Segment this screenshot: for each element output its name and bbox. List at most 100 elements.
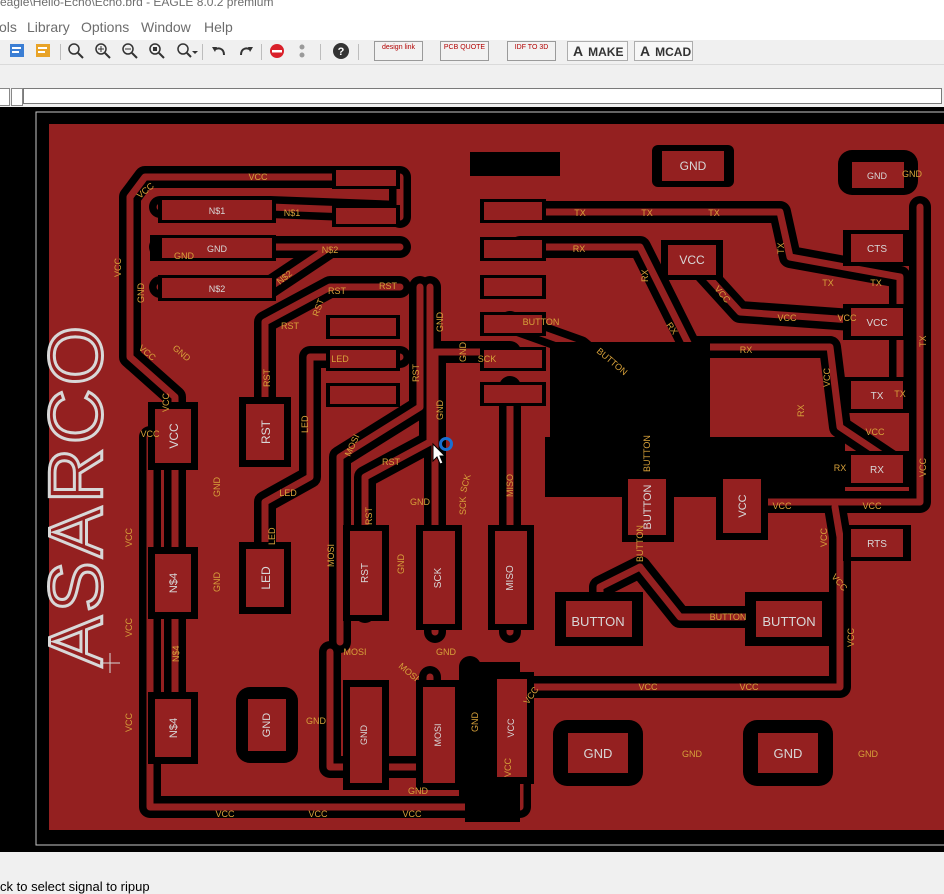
net-label-button: BUTTON bbox=[710, 612, 747, 622]
toolbar-separator bbox=[320, 44, 321, 60]
net-label-rx: RX bbox=[640, 269, 650, 282]
net-label-rst: RST bbox=[364, 506, 374, 525]
net-label-button: BUTTON bbox=[635, 525, 645, 562]
net-label-gnd: GND bbox=[174, 251, 195, 261]
make-label: MAKE bbox=[588, 45, 624, 59]
pad bbox=[336, 208, 396, 224]
menu-options[interactable]: Options bbox=[81, 19, 129, 35]
net-label-vcc: VCC bbox=[918, 457, 928, 477]
parameter-toolbar bbox=[0, 65, 944, 85]
undo-icon[interactable] bbox=[209, 42, 229, 62]
pcb-quote-button[interactable]: PCB QUOTE bbox=[440, 41, 489, 61]
pad-n4b-label: N$4 bbox=[168, 718, 180, 738]
design-link-button[interactable]: design link bbox=[374, 41, 423, 61]
pad bbox=[330, 386, 396, 404]
net-label-button: BUTTON bbox=[642, 435, 652, 472]
toolbar: ? design link PCB QUOTE IDF TO 3D A MAKE … bbox=[0, 40, 944, 65]
help-icon[interactable]: ? bbox=[331, 42, 351, 62]
net-label-rst: RST bbox=[262, 368, 272, 387]
redo-icon[interactable] bbox=[236, 42, 256, 62]
clearance-region bbox=[545, 437, 845, 497]
net-label-gnd: GND bbox=[470, 712, 480, 733]
pad-gnd-bl-label: GND bbox=[261, 713, 273, 738]
net-label-vcc: VCC bbox=[862, 501, 882, 511]
command-input[interactable] bbox=[23, 88, 942, 104]
net-label-tx: TX bbox=[894, 389, 906, 399]
board-logo: ASARCO bbox=[34, 322, 119, 667]
pad-cts-label: CTS bbox=[867, 244, 887, 255]
command-row bbox=[0, 86, 944, 106]
command-menu-button[interactable] bbox=[11, 88, 23, 106]
pad-miso-c-label: MISO bbox=[505, 565, 516, 591]
pad bbox=[484, 278, 542, 296]
net-label-vcc: VCC bbox=[822, 367, 832, 387]
script-icon[interactable] bbox=[8, 42, 28, 62]
net-label-gnd: GND bbox=[682, 749, 703, 759]
menu-library[interactable]: Library bbox=[27, 19, 70, 35]
pad-gnd-s-label: GND bbox=[359, 725, 369, 746]
net-label-led: LED bbox=[331, 354, 349, 364]
stop-icon[interactable] bbox=[267, 42, 287, 62]
net-label-vcc: VCC bbox=[865, 427, 885, 437]
net-label-rst: RST bbox=[328, 286, 347, 296]
net-label-sck: SCK bbox=[478, 354, 497, 364]
net-label-vcc: VCC bbox=[215, 809, 235, 819]
net-label-n2: N$2 bbox=[322, 245, 339, 255]
net-label-gnd: GND bbox=[902, 169, 923, 179]
menu-help[interactable]: Help bbox=[204, 19, 233, 35]
pad-vcc-c-label: VCC bbox=[737, 494, 749, 517]
net-label-rst: RST bbox=[411, 363, 421, 382]
net-label-rst: RST bbox=[281, 321, 300, 331]
net-label-tx: TX bbox=[822, 278, 834, 288]
net-label-vcc: VCC bbox=[837, 313, 857, 323]
mcad-button[interactable]: A MCAD bbox=[634, 41, 693, 61]
ulp-icon[interactable] bbox=[34, 42, 54, 62]
pad-gnd-tr-label: GND bbox=[867, 171, 888, 181]
net-label-sck: SCK bbox=[458, 496, 468, 515]
pad bbox=[484, 202, 542, 220]
net-label-gnd: GND bbox=[436, 647, 457, 657]
pad-button2-label: BUTTON bbox=[762, 614, 815, 629]
zoom-fit-icon[interactable] bbox=[66, 42, 86, 62]
net-label-n4: N$4 bbox=[171, 645, 181, 662]
zoom-redraw-icon[interactable] bbox=[176, 42, 198, 62]
pcb-board-view[interactable]: ASARCO GND GND VCC CTS VCC TX RX RTS VCC… bbox=[0, 107, 944, 852]
pad-gnd-p-label: GND bbox=[207, 244, 228, 254]
pad bbox=[330, 318, 396, 336]
window-title-bar: eagle\Hello-Echo\Echo.brd - EAGLE 8.0.2 … bbox=[0, 0, 944, 14]
zoom-select-icon[interactable] bbox=[147, 42, 167, 62]
mcad-label: MCAD bbox=[655, 45, 692, 59]
board-canvas[interactable]: ASARCO GND GND VCC CTS VCC TX RX RTS VCC… bbox=[0, 107, 944, 852]
net-label-vcc: VCC bbox=[124, 712, 134, 732]
menu-bar: ols Library Options Window Help bbox=[0, 14, 944, 40]
net-label-gnd: GND bbox=[396, 554, 406, 575]
make-button[interactable]: A MAKE bbox=[567, 41, 628, 61]
net-label-vcc: VCC bbox=[308, 809, 328, 819]
net-label-gnd: GND bbox=[212, 477, 222, 498]
status-bar: ck to select signal to ripup bbox=[0, 852, 944, 894]
toolbar-separator bbox=[202, 44, 203, 60]
menu-window[interactable]: Window bbox=[141, 19, 191, 35]
go-icon[interactable] bbox=[292, 42, 312, 62]
net-label-miso: MISO bbox=[505, 474, 515, 497]
pad-gnd-tl-label: GND bbox=[680, 159, 707, 173]
net-label-vcc: VCC bbox=[113, 257, 123, 277]
pad bbox=[484, 240, 542, 258]
net-label-gnd: GND bbox=[458, 342, 468, 363]
net-label-n1: N$1 bbox=[284, 208, 301, 218]
pad-gnd-b2-label: GND bbox=[774, 746, 803, 761]
zoom-out-icon[interactable] bbox=[120, 42, 140, 62]
idf-to-3d-button[interactable]: IDF TO 3D bbox=[507, 41, 556, 61]
net-label-gnd: GND bbox=[435, 400, 445, 421]
net-label-tx: TX bbox=[708, 208, 720, 218]
pad-vcc-s-label: VCC bbox=[506, 718, 516, 738]
command-history-button[interactable] bbox=[0, 88, 10, 106]
menu-tools[interactable]: ols bbox=[0, 19, 17, 35]
pad-rts-label: RTS bbox=[867, 539, 887, 550]
net-label-vcc: VCC bbox=[503, 757, 513, 777]
net-label-rx: RX bbox=[834, 463, 847, 473]
net-label-mosi: MOSI bbox=[326, 544, 336, 567]
net-label-vcc: VCC bbox=[638, 682, 658, 692]
zoom-in-icon[interactable] bbox=[93, 42, 113, 62]
pad-rst-c-label: RST bbox=[360, 563, 371, 583]
